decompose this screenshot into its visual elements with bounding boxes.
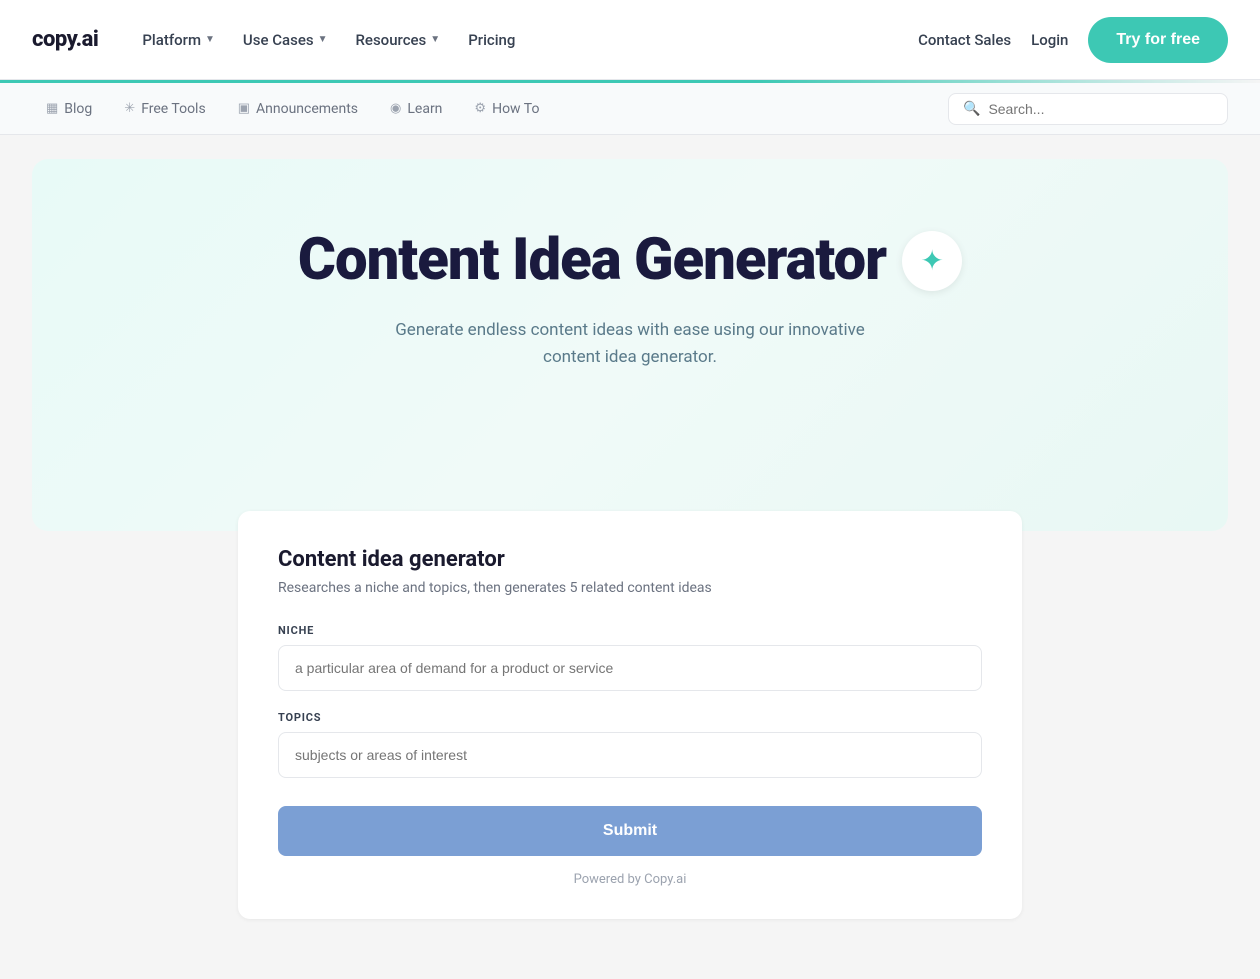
nav-platform[interactable]: Platform ▼	[130, 23, 227, 57]
niche-field-group: NICHE	[278, 624, 982, 691]
hero-title: Content Idea Generator	[298, 229, 886, 293]
blog-icon: ▦	[46, 101, 58, 116]
tool-description: Researches a niche and topics, then gene…	[278, 580, 982, 596]
search-input[interactable]	[988, 101, 1213, 117]
how-to-icon: ⚙	[474, 101, 486, 116]
resources-chevron-icon: ▼	[430, 34, 440, 45]
sub-nav-free-tools[interactable]: ✳ Free Tools	[110, 93, 219, 125]
tool-card-container: Content idea generator Researches a nich…	[230, 511, 1030, 919]
sub-nav-announcements[interactable]: ▣ Announcements	[224, 93, 372, 125]
sub-nav-learn[interactable]: ◉ Learn	[376, 93, 456, 125]
how-to-label: How To	[492, 101, 539, 117]
contact-sales-link[interactable]: Contact Sales	[918, 31, 1011, 49]
sparkle-badge: ✦	[902, 231, 962, 291]
hero-section: Content Idea Generator ✦ Generate endles…	[32, 159, 1228, 531]
niche-input[interactable]	[278, 645, 982, 691]
main-content: Content Idea Generator ✦ Generate endles…	[0, 135, 1260, 979]
learn-icon: ◉	[390, 101, 401, 116]
search-box[interactable]: 🔍	[948, 93, 1228, 125]
sub-nav-how-to[interactable]: ⚙ How To	[460, 93, 553, 125]
learn-label: Learn	[407, 101, 442, 117]
sparkle-icon: ✦	[920, 244, 943, 277]
blog-label: Blog	[64, 101, 92, 117]
sub-nav-blog[interactable]: ▦ Blog	[32, 93, 106, 125]
sub-navbar: ▦ Blog ✳ Free Tools ▣ Announcements ◉ Le…	[0, 83, 1260, 135]
powered-by-text: Powered by Copy.ai	[278, 872, 982, 887]
nav-use-cases[interactable]: Use Cases ▼	[231, 23, 340, 57]
navbar-left: copy.ai Platform ▼ Use Cases ▼ Resources…	[32, 23, 527, 57]
use-cases-label: Use Cases	[243, 31, 314, 49]
nav-links: Platform ▼ Use Cases ▼ Resources ▼ Prici…	[130, 23, 527, 57]
resources-label: Resources	[355, 31, 426, 49]
try-free-button[interactable]: Try for free	[1088, 17, 1228, 63]
platform-label: Platform	[142, 31, 201, 49]
sub-nav-links: ▦ Blog ✳ Free Tools ▣ Announcements ◉ Le…	[32, 93, 948, 125]
use-cases-chevron-icon: ▼	[318, 34, 328, 45]
hero-subtitle: Generate endless content ideas with ease…	[370, 317, 890, 371]
hero-card-wrapper: Content Idea Generator ✦ Generate endles…	[32, 159, 1228, 939]
navbar: copy.ai Platform ▼ Use Cases ▼ Resources…	[0, 0, 1260, 80]
logo[interactable]: copy.ai	[32, 27, 98, 52]
free-tools-icon: ✳	[124, 101, 135, 116]
search-icon: 🔍	[963, 101, 980, 117]
announcements-icon: ▣	[238, 101, 250, 116]
navbar-right: Contact Sales Login Try for free	[918, 17, 1228, 63]
tool-card: Content idea generator Researches a nich…	[238, 511, 1022, 919]
hero-title-wrapper: Content Idea Generator ✦	[72, 229, 1188, 293]
submit-button[interactable]: Submit	[278, 806, 982, 856]
topics-field-group: TOPICS	[278, 711, 982, 778]
pricing-label: Pricing	[468, 31, 515, 49]
niche-label: NICHE	[278, 624, 982, 637]
free-tools-label: Free Tools	[141, 101, 206, 117]
platform-chevron-icon: ▼	[205, 34, 215, 45]
announcements-label: Announcements	[256, 101, 358, 117]
login-link[interactable]: Login	[1031, 31, 1068, 49]
topics-label: TOPICS	[278, 711, 982, 724]
tool-title: Content idea generator	[278, 547, 982, 572]
nav-pricing[interactable]: Pricing	[456, 23, 527, 57]
nav-resources[interactable]: Resources ▼	[343, 23, 452, 57]
topics-input[interactable]	[278, 732, 982, 778]
